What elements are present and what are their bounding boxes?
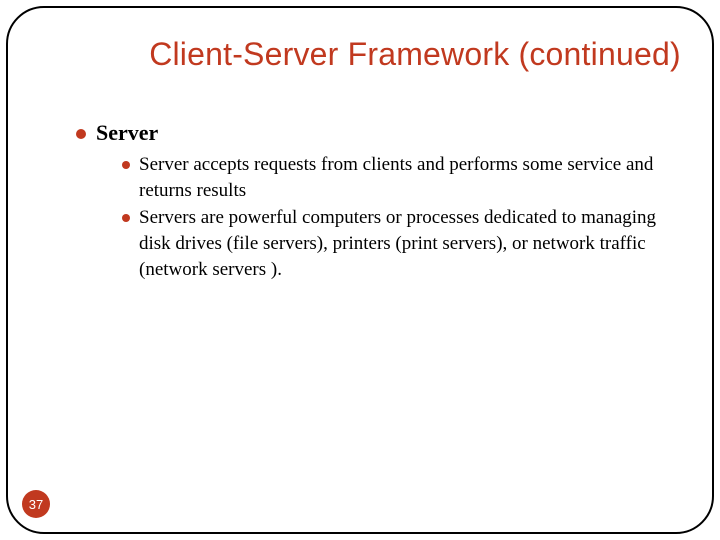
page-number: 37	[29, 497, 43, 512]
slide-content: Server Server accepts requests from clie…	[76, 120, 690, 284]
bullet-lvl1: Server	[76, 120, 690, 146]
bullet-lvl2-item: Servers are powerful computers or proces…	[122, 205, 690, 282]
bullet-lvl1-label: Server	[96, 120, 158, 146]
slide-title: Client-Server Framework (continued)	[0, 36, 720, 73]
bullet-dot-icon	[76, 129, 86, 139]
bullet-dot-icon	[122, 214, 130, 222]
bullet-lvl2-text: Servers are powerful computers or proces…	[139, 205, 690, 282]
bullet-dot-icon	[122, 161, 130, 169]
slide: Client-Server Framework (continued) Serv…	[0, 0, 720, 540]
bullet-lvl2-item: Server accepts requests from clients and…	[122, 152, 690, 203]
bullet-lvl2-group: Server accepts requests from clients and…	[122, 152, 690, 282]
page-number-badge: 37	[22, 490, 50, 518]
bullet-lvl2-text: Server accepts requests from clients and…	[139, 152, 690, 203]
